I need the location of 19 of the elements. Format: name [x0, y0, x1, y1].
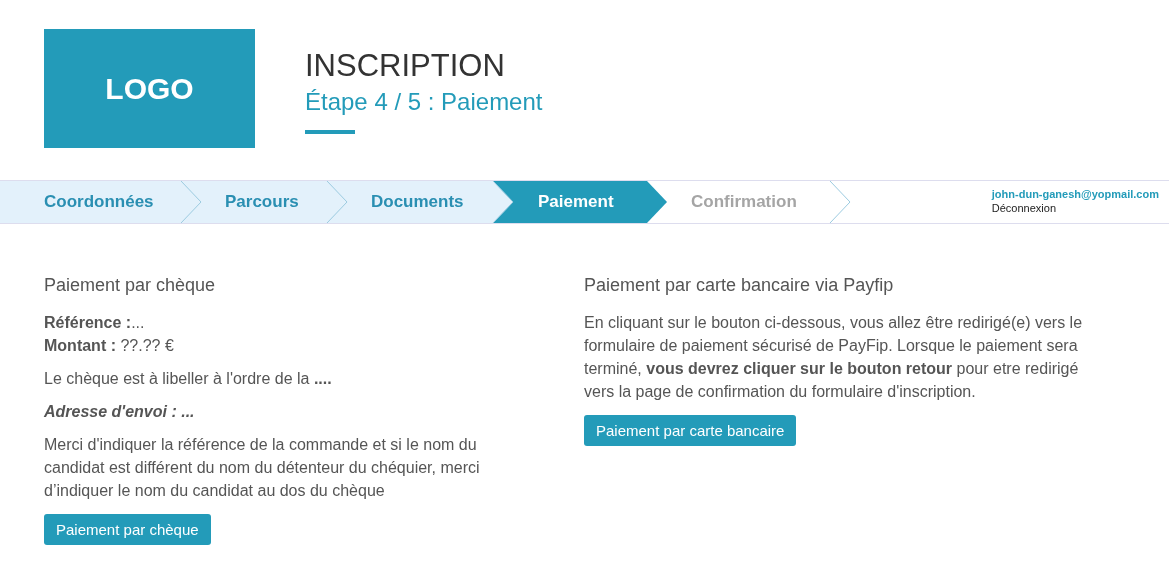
step-tab[interactable]: Coordonnées: [0, 181, 180, 223]
logout-link[interactable]: Déconnexion: [991, 201, 1057, 215]
chevron-separator: [646, 181, 668, 223]
step-subtitle: Étape 4 / 5 : Paiement: [305, 87, 543, 117]
amount-text: Montant : ??.?? €: [44, 336, 175, 356]
chevron-separator: [829, 181, 851, 223]
section-heading: Paiement par chèque: [44, 274, 217, 297]
cheque-payment-button[interactable]: Paiement par chèque: [44, 514, 211, 545]
page-title: INSCRIPTION: [305, 47, 506, 85]
section-heading: Paiement par carte bancaire via Payfip: [584, 274, 895, 297]
logo: LOGO: [44, 29, 255, 148]
card-payment-button[interactable]: Paiement par carte bancaire: [584, 415, 797, 446]
order-text: Le chèque est à libeller à l'ordre de la ....: [44, 369, 333, 389]
reference-text: Référence :...: [44, 313, 146, 333]
payfip-text: En cliquant sur le bouton ci-dessous, vous allez être redirigé(e) vers le formulaire de paiement sécurisé de PayFip. Lorsque le paiement sera terminé, vous devrez cliquer sur le bouton retour pour etre redirigé vers la page de confirmation du formulaire d'inscription.: [584, 313, 1084, 402]
address-text: Adresse d'envoi : ...: [44, 402, 196, 422]
step-tab[interactable]: Parcours: [202, 181, 326, 223]
instructions-text: Merci d'indiquer la référence de la commande et si le nom du candidat est différent du nom du détenteur du chéquier, merci d’indiquer le nom du candidat au dos du chèque: [44, 435, 481, 501]
user-email: john-dun-ganesh@yopmail.com: [991, 187, 1159, 201]
